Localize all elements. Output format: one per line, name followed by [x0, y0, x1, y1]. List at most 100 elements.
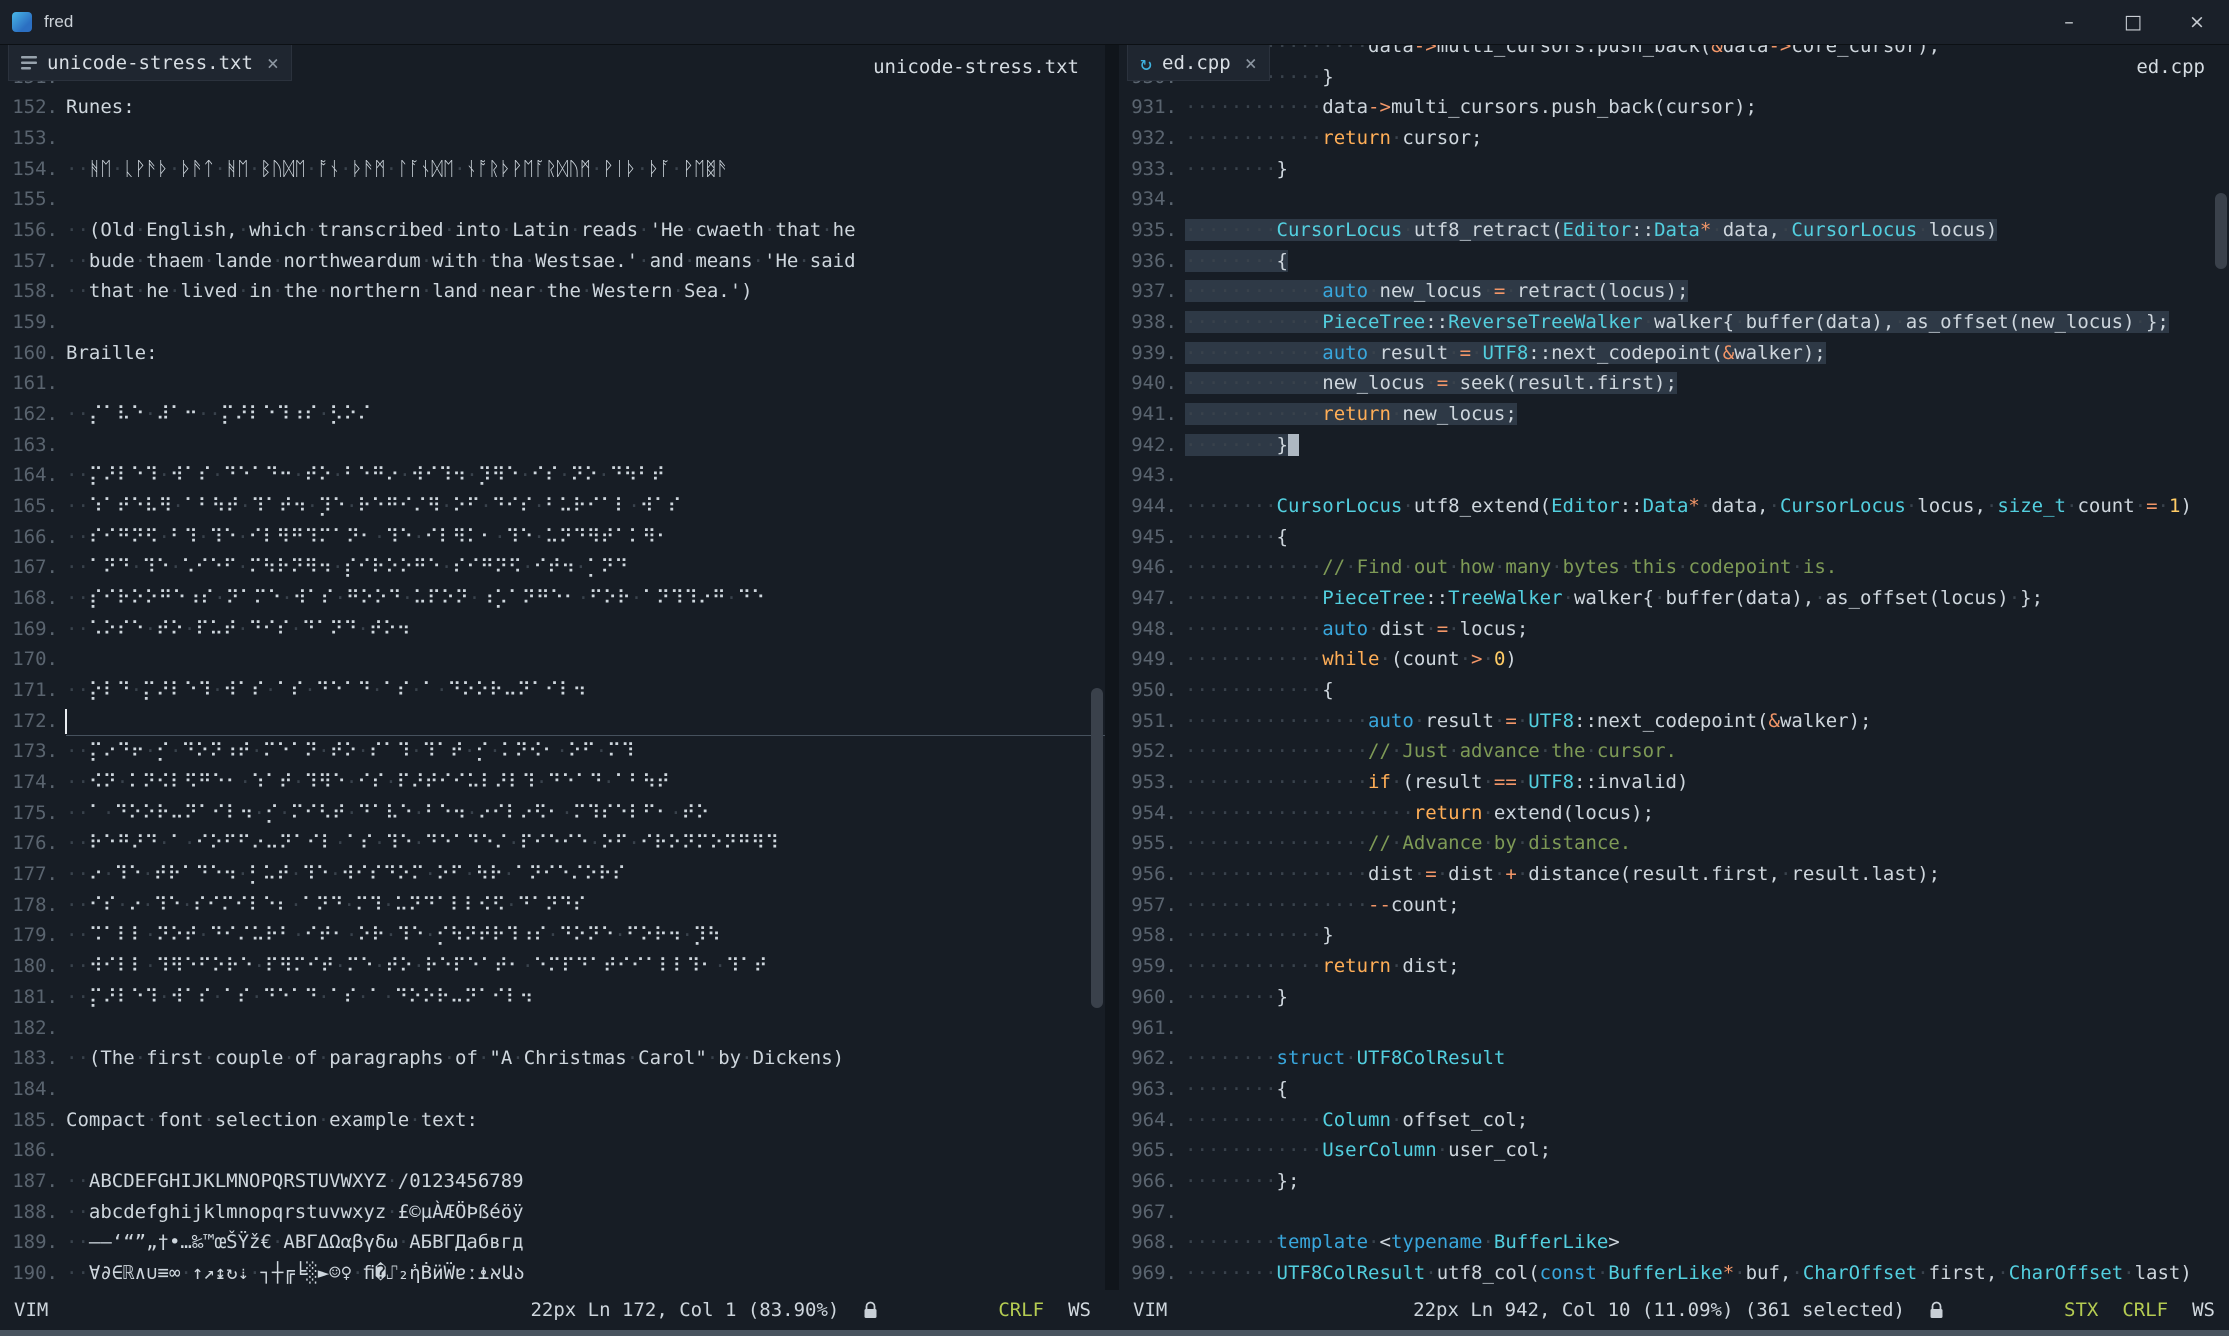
code-line[interactable]: 960.········}: [1119, 982, 2229, 1013]
code-line[interactable]: 967.: [1119, 1197, 2229, 1228]
code-line[interactable]: 155.: [0, 184, 1105, 215]
line-number: 184.: [0, 1074, 58, 1105]
code-line[interactable]: 933.········}: [1119, 154, 2229, 185]
maximize-button[interactable]: □: [2101, 0, 2165, 44]
code-line[interactable]: 182.: [0, 1013, 1105, 1044]
pane-right[interactable]: 929.················data->multi_cursors.…: [1119, 45, 2229, 1290]
code-line[interactable]: 169.··⠡⠕⠎⠑·⠞⠕·⠏⠥⠞·⠙⠊⠎·⠙⠁⠝⠙·⠞⠕⠲: [0, 614, 1105, 645]
code-line[interactable]: 965.············UserColumn·user_col;: [1119, 1135, 2229, 1166]
code-line[interactable]: 937.············auto·new_locus·=·retract…: [1119, 276, 2229, 307]
code-line[interactable]: 932.············return·cursor;: [1119, 123, 2229, 154]
line-number: 178.: [0, 890, 58, 921]
close-button[interactable]: ×: [2165, 0, 2229, 44]
code-line[interactable]: 176.··⠗⠑⠛⠜⠙·⠁·⠊⠕⠋⠋⠔⠤⠝⠁⠊⠇·⠁⠎·⠹⠑·⠙⠑⠁⠙⠑⠌·⠏⠊…: [0, 828, 1105, 859]
code-line[interactable]: 948.············auto·dist·=·locus;: [1119, 614, 2229, 645]
code-line[interactable]: 941.············return·new_locus;: [1119, 399, 2229, 430]
code-line[interactable]: 167.··⠁⠝⠙·⠹⠑·⠡⠊⠑⠋·⠍⠳⠗⠝⠻⠲·⡎⠊⠗⠕⠕⠛⠑·⠎⠊⠛⠝⠫·⠊…: [0, 552, 1105, 583]
code-line[interactable]: 168.··⡎⠊⠗⠕⠕⠛⠑⠰⠎·⠝⠁⠍⠑·⠺⠁⠎·⠛⠕⠕⠙·⠥⠏⠕⠝·⠰⡡⠁⠝⠛…: [0, 583, 1105, 614]
code-line[interactable]: 161.: [0, 368, 1105, 399]
vim-mode-indicator: VIM: [1133, 1299, 1167, 1321]
code-line[interactable]: 961.: [1119, 1013, 2229, 1044]
code-line[interactable]: 166.··⠎⠊⠛⠝⠫·⠃⠹·⠹⠑·⠊⠇⠻⠛⠹⠍⠁⠝⠂·⠹⠑·⠊⠇⠻⠅⠂·⠹⠑·…: [0, 522, 1105, 553]
code-line[interactable]: 175.··⠁·⠙⠕⠕⠗⠤⠝⠁⠊⠇⠲·⡊·⠍⠊⠣⠞·⠙⠁⠧⠑·⠃⠑⠲·⠔⠊⠇⠔⠫…: [0, 798, 1105, 829]
code-line[interactable]: 969.········UTF8ColResult·utf8_col(const…: [1119, 1258, 2229, 1289]
code-line[interactable]: 178.··⠊⠎·⠔·⠹⠑·⠎⠊⠍⠊⠇⠑⠆·⠁⠝⠙·⠍⠹·⠥⠝⠙⠁⠇⠇⠪⠫·⠙⠁…: [0, 890, 1105, 921]
code-line[interactable]: 152.Runes:: [0, 92, 1105, 123]
code-line[interactable]: 177.··⠔·⠹⠑·⠞⠗⠁⠙⠑⠲·⡃⠥⠞·⠹⠑·⠺⠊⠎⠙⠕⠍·⠕⠋·⠳⠗·⠁⠝…: [0, 859, 1105, 890]
code-line[interactable]: 153.: [0, 123, 1105, 154]
code-line[interactable]: 938.············PieceTree::ReverseTreeWa…: [1119, 307, 2229, 338]
line-number: 964.: [1119, 1105, 1177, 1136]
code-line[interactable]: 158.··that·he·lived·in·the·northern·land…: [0, 276, 1105, 307]
code-line[interactable]: 953.················if·(result·==·UTF8::…: [1119, 767, 2229, 798]
code-line[interactable]: 164.··⡍⠜⠇⠑⠹·⠺⠁⠎·⠙⠑⠁⠙⠒·⠞⠕·⠃⠑⠛⠔·⠺⠊⠹⠲·⡹⠻⠑·⠊…: [0, 460, 1105, 491]
code-line[interactable]: 188.··abcdefghijklmnopqrstuvwxyz·£©µÀÆÖÞ…: [0, 1197, 1105, 1228]
code-line[interactable]: 945.········{: [1119, 522, 2229, 553]
minimize-button[interactable]: –: [2037, 0, 2101, 44]
window-controls: – □ ×: [2037, 0, 2229, 44]
code-line[interactable]: 185.Compact·font·selection·example·text:: [0, 1105, 1105, 1136]
code-line[interactable]: 172.: [0, 706, 1105, 737]
code-line[interactable]: 173.··⡍⠔⠙⠖·⡊·⠙⠕⠝⠰⠞·⠍⠑⠁⠝·⠞⠕·⠎⠁⠹·⠹⠁⠞·⡊·⠅⠝⠪…: [0, 736, 1105, 767]
code-line[interactable]: 951.················auto·result·=·UTF8::…: [1119, 706, 2229, 737]
code-line[interactable]: 954.····················return·extend(lo…: [1119, 798, 2229, 829]
code-line[interactable]: 187.··ABCDEFGHIJKLMNOPQRSTUVWXYZ·/012345…: [0, 1166, 1105, 1197]
code-line[interactable]: 942.········}: [1119, 430, 2229, 461]
tab-close-icon[interactable]: ×: [267, 51, 279, 75]
code-line[interactable]: 931.············data->multi_cursors.push…: [1119, 92, 2229, 123]
code-line[interactable]: 952.················//·Just·advance·the·…: [1119, 736, 2229, 767]
tab-unicode-stress-txt[interactable]: unicode-stress.txt ×: [8, 45, 292, 81]
code-line[interactable]: 181.··⡍⠜⠇⠑⠹·⠺⠁⠎·⠁⠎·⠙⠑⠁⠙·⠁⠎·⠁·⠙⠕⠕⠗⠤⠝⠁⠊⠇⠲: [0, 982, 1105, 1013]
code-line[interactable]: 163.: [0, 430, 1105, 461]
code-line[interactable]: 939.············auto·result·=·UTF8::next…: [1119, 338, 2229, 369]
code-line[interactable]: 935.········CursorLocus·utf8_retract(Edi…: [1119, 215, 2229, 246]
code-line[interactable]: 170.: [0, 644, 1105, 675]
code-line[interactable]: 950.············{: [1119, 675, 2229, 706]
code-line[interactable]: 160.Braille:: [0, 338, 1105, 369]
code-line[interactable]: 943.: [1119, 460, 2229, 491]
pane-divider[interactable]: [1105, 45, 1119, 1290]
code-line[interactable]: 958.············}: [1119, 920, 2229, 951]
line-number: 963.: [1119, 1074, 1177, 1105]
tab-close-icon[interactable]: ×: [1245, 51, 1257, 75]
code-line[interactable]: 183.··(The·first·couple·of·paragraphs·of…: [0, 1043, 1105, 1074]
scrollbar-thumb[interactable]: [1091, 688, 1103, 1008]
code-line[interactable]: 949.············while·(count·>·0): [1119, 644, 2229, 675]
code-line[interactable]: 154.··ᚻᛖ·ᚳᚹᚫᚦ·ᚦᚫᛏ·ᚻᛖ·ᛒᚢᛞᛖ·ᚩᚾ·ᚦᚫᛗ·ᛚᚪᚾᛞᛖ·ᚾ…: [0, 154, 1105, 185]
code-line[interactable]: 963.········{: [1119, 1074, 2229, 1105]
code-line[interactable]: 944.········CursorLocus·utf8_extend(Edit…: [1119, 491, 2229, 522]
code-line[interactable]: 959.············return·dist;: [1119, 951, 2229, 982]
code-line[interactable]: 190.··∀∂∈ℝ∧∪≡∞·↑↗↨↻⇣·┐┼╔╘░►☺♀·ﬁ�⑀₂ἠḂӥẄɐː…: [0, 1258, 1105, 1289]
code-line[interactable]: 947.············PieceTree::TreeWalker·wa…: [1119, 583, 2229, 614]
scrollbar-thumb[interactable]: [2215, 193, 2227, 269]
code-line[interactable]: 957.················--count;: [1119, 890, 2229, 921]
code-line[interactable]: 929.················data->multi_cursors.…: [1119, 45, 2229, 62]
line-number: 155.: [0, 184, 58, 215]
code-line[interactable]: 936.········{: [1119, 246, 2229, 277]
code-line[interactable]: 189.··–—‘“”„†•…‰™œŠŸž€·ΑΒΓΔΩαβγδω·АБВГДа…: [0, 1227, 1105, 1258]
pane-left[interactable]: 150.እግርህን·በፍራሽህ·ልክ·ዘርጋ።151.152.Runes:153…: [0, 45, 1105, 1290]
code-line[interactable]: 165.··⠱⠁⠞⠑⠧⠻·⠁⠃⠳⠞·⠹⠁⠞⠲·⡹⠑·⠗⠑⠛⠊⠌⠻·⠕⠋·⠙⠊⠎·…: [0, 491, 1105, 522]
code-line[interactable]: 930.············}: [1119, 62, 2229, 93]
code-line[interactable]: 184.: [0, 1074, 1105, 1105]
code-line[interactable]: 934.: [1119, 184, 2229, 215]
code-line[interactable]: 955.················//·Advance·by·distan…: [1119, 828, 2229, 859]
code-line[interactable]: 171.··⡕⠇⠙·⡍⠜⠇⠑⠹·⠺⠁⠎·⠁⠎·⠙⠑⠁⠙·⠁⠎·⠁·⠙⠕⠕⠗⠤⠝⠁…: [0, 675, 1105, 706]
tab-ed-cpp[interactable]: ↻ ed.cpp ×: [1127, 45, 1270, 81]
code-line[interactable]: 159.: [0, 307, 1105, 338]
code-line[interactable]: 157.··bude·thaem·lande·northweardum·with…: [0, 246, 1105, 277]
code-line[interactable]: 186.: [0, 1135, 1105, 1166]
code-line[interactable]: 940.············new_locus·=·seek(result.…: [1119, 368, 2229, 399]
code-line[interactable]: 956.················dist·=·dist·+·distan…: [1119, 859, 2229, 890]
code-line[interactable]: 966.········};: [1119, 1166, 2229, 1197]
code-line[interactable]: 180.··⠺⠊⠇⠇·⠹⠻⠑⠋⠕⠗⠑·⠏⠻⠍⠊⠞·⠍⠑·⠞⠕·⠗⠑⠏⠑⠁⠞⠂·⠑…: [0, 951, 1105, 982]
code-line[interactable]: 156.··(Old·English,·which·transcribed·in…: [0, 215, 1105, 246]
code-line[interactable]: 946.············//·Find·out·how·many·byt…: [1119, 552, 2229, 583]
code-line[interactable]: 179.··⠩⠁⠇⠇·⠝⠕⠞·⠙⠊⠌⠥⠗⠃·⠊⠞⠂·⠕⠗·⠹⠑·⡊⠳⠝⠞⠗⠹⠰⠎…: [0, 920, 1105, 951]
code-line[interactable]: 174.··⠪⠝·⠅⠝⠪⠇⠫⠛⠑⠂·⠱⠁⠞·⠹⠻⠑·⠊⠎·⠏⠜⠞⠊⠊⠥⠇⠜⠇⠹·…: [0, 767, 1105, 798]
code-line[interactable]: 962.········struct·UTF8ColResult: [1119, 1043, 2229, 1074]
code-line[interactable]: 964.············Column·offset_col;: [1119, 1105, 2229, 1136]
code-line[interactable]: 162.··⡌⠁⠧⠑·⠼⠁⠒··⡍⠜⠇⠑⠹⠰⠎·⡣⠕⠌: [0, 399, 1105, 430]
status-flag-crlf: CRLF: [2122, 1299, 2168, 1321]
code-line[interactable]: 968.········template·<typename·BufferLik…: [1119, 1227, 2229, 1258]
